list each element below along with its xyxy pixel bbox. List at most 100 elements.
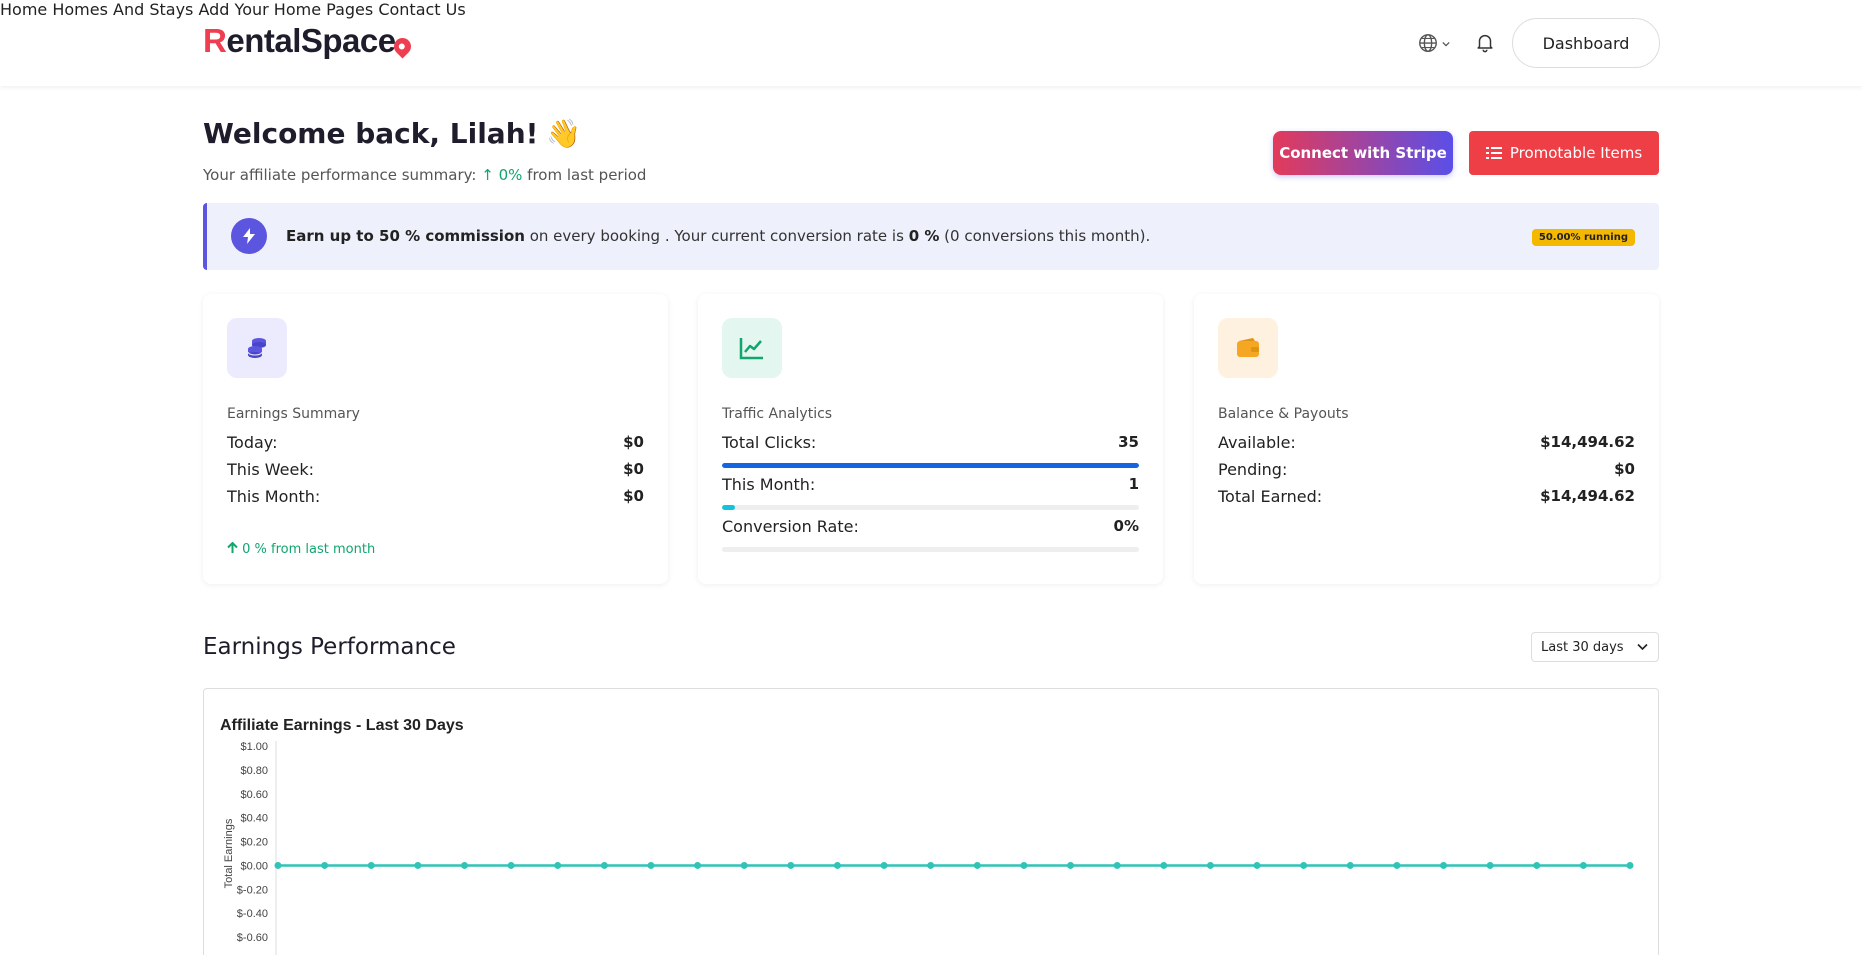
y-tick-label: $-0.60: [237, 932, 268, 944]
data-point: [554, 861, 562, 869]
total-clicks-progress: [722, 463, 1139, 468]
y-tick-label: $0.60: [240, 789, 268, 801]
logo-text: entalSpac: [226, 22, 378, 59]
data-point: [647, 861, 655, 869]
traffic-analytics-label: Traffic Analytics: [722, 406, 833, 422]
row-value: $14,494.62: [1540, 487, 1635, 505]
commission-mid1: on every booking . Your current conversi…: [529, 227, 904, 245]
row-value: 0%: [1113, 517, 1139, 535]
data-point: [1440, 861, 1448, 869]
summary-prefix: Your affiliate performance summary:: [203, 166, 477, 184]
conversion-rate-row: Conversion Rate: 0%: [722, 517, 1139, 539]
logo-r: R: [203, 22, 227, 59]
nav-homes-and-stays[interactable]: Homes And Stays: [52, 0, 193, 19]
summary-change: ↑ 0%: [481, 166, 523, 184]
nav-home[interactable]: Home: [0, 0, 47, 19]
row-label: Today:: [227, 433, 278, 452]
date-range-select[interactable]: Last 30 days: [1531, 632, 1659, 662]
y-tick-label: $0.20: [240, 837, 268, 849]
status-badge: 50.00% running: [1531, 229, 1635, 246]
data-point: [1300, 861, 1308, 869]
nav-add-your-home[interactable]: Add Your Home: [198, 0, 321, 19]
y-axis-ticks: $1.00 $0.80 $0.60 $0.40 $0.20 $0.00 $-0.20 $-0.…: [237, 741, 268, 944]
data-point: [1113, 861, 1121, 869]
data-point: [367, 861, 375, 869]
lightning-icon: [231, 218, 267, 254]
data-point: [973, 861, 981, 869]
chevron-down-icon[interactable]: [1442, 40, 1450, 48]
globe-icon[interactable]: [1417, 32, 1439, 54]
conversion-rate-progress: [722, 547, 1139, 552]
earnings-summary-card: Earnings Summary Today: $0 This Week: $0 T…: [203, 294, 668, 584]
y-tick-label: $0.40: [240, 813, 268, 825]
row-label: Total Clicks:: [722, 433, 817, 452]
row-label: Pending:: [1218, 460, 1288, 479]
promotable-items-label: Promotable Items: [1509, 144, 1643, 162]
welcome-text: Welcome back, Lilah!: [203, 117, 539, 150]
row-label: This Month:: [722, 475, 816, 494]
top-navbar: RentalSpac e Home Homes And Stays Add You…: [0, 0, 1862, 86]
summary-suffix: from last period: [527, 166, 647, 184]
progress-fill: [722, 463, 1139, 468]
performance-summary: Your affiliate performance summary: ↑ 0%…: [203, 166, 646, 184]
page-title: Welcome back, Lilah! 👋: [203, 117, 581, 150]
earnings-week-row: This Week: $0: [227, 460, 644, 482]
y-tick-label: $-0.40: [237, 908, 268, 920]
list-icon: [1485, 147, 1502, 159]
chevron-down-icon: [1637, 643, 1648, 651]
total-clicks-row: Total Clicks: 35: [722, 433, 1139, 455]
row-value: $0: [1614, 460, 1635, 478]
data-point: [880, 861, 888, 869]
chart-y-axis-label: Total Earnings: [223, 818, 235, 888]
data-point: [833, 861, 841, 869]
progress-fill: [722, 505, 735, 510]
data-point: [1626, 861, 1634, 869]
date-range-value: Last 30 days: [1541, 639, 1624, 655]
data-point: [460, 861, 468, 869]
balance-payouts-card: Balance & Payouts Available: $14,494.62 P…: [1194, 294, 1659, 584]
total-earned-row: Total Earned: $14,494.62: [1218, 487, 1635, 509]
row-label: This Month:: [227, 487, 321, 506]
row-value: $14,494.62: [1540, 433, 1635, 451]
data-point: [1579, 861, 1587, 869]
row-value: $0: [623, 433, 644, 451]
earnings-chart-container: Affiliate Earnings - Last 30 Days Total …: [203, 688, 1659, 955]
earnings-line-chart: Affiliate Earnings - Last 30 Days Total …: [220, 717, 1634, 955]
data-point: [1206, 861, 1214, 869]
coins-icon: [227, 318, 287, 378]
earnings-month-row: This Month: $0: [227, 487, 644, 509]
nav-contact-us[interactable]: Contact Us: [378, 0, 465, 19]
row-value: $0: [623, 460, 644, 478]
row-value: 1: [1128, 475, 1139, 493]
logo-end: e: [377, 22, 396, 59]
data-point: [1253, 861, 1261, 869]
connect-stripe-button[interactable]: Connect with Stripe: [1273, 131, 1453, 175]
data-point: [321, 861, 329, 869]
data-point: [274, 861, 282, 869]
earnings-trend: 0 % from last month: [227, 541, 375, 557]
row-value: $0: [623, 487, 644, 505]
bell-icon[interactable]: [1474, 31, 1496, 53]
promotable-items-button[interactable]: Promotable Items: [1469, 131, 1659, 175]
dashboard-button[interactable]: Dashboard: [1512, 18, 1660, 68]
data-point: [414, 861, 422, 869]
brand-logo[interactable]: RentalSpac e: [203, 22, 415, 60]
arrow-up-icon: [227, 541, 238, 553]
available-row: Available: $14,494.62: [1218, 433, 1635, 455]
nav-pages[interactable]: Pages: [326, 0, 373, 19]
data-point: [1486, 861, 1494, 869]
row-label: Conversion Rate:: [722, 517, 859, 536]
data-point: [740, 861, 748, 869]
traffic-analytics-card: Traffic Analytics Total Clicks: 35 This M…: [698, 294, 1163, 584]
data-point: [507, 861, 515, 869]
conversion-rate: 0 %: [908, 227, 940, 245]
commission-banner: Earn up to 50 % commission on every book…: [203, 203, 1659, 270]
earnings-performance-title: Earnings Performance: [203, 634, 456, 660]
earnings-today-row: Today: $0: [227, 433, 644, 455]
waving-hand-icon: 👋: [546, 117, 582, 150]
balance-payouts-label: Balance & Payouts: [1218, 406, 1349, 422]
row-label: Total Earned:: [1218, 487, 1323, 506]
row-value: 35: [1118, 433, 1139, 451]
commission-mid2: (0 conversions this month).: [944, 227, 1151, 245]
chart-title: Affiliate Earnings - Last 30 Days: [220, 717, 464, 734]
